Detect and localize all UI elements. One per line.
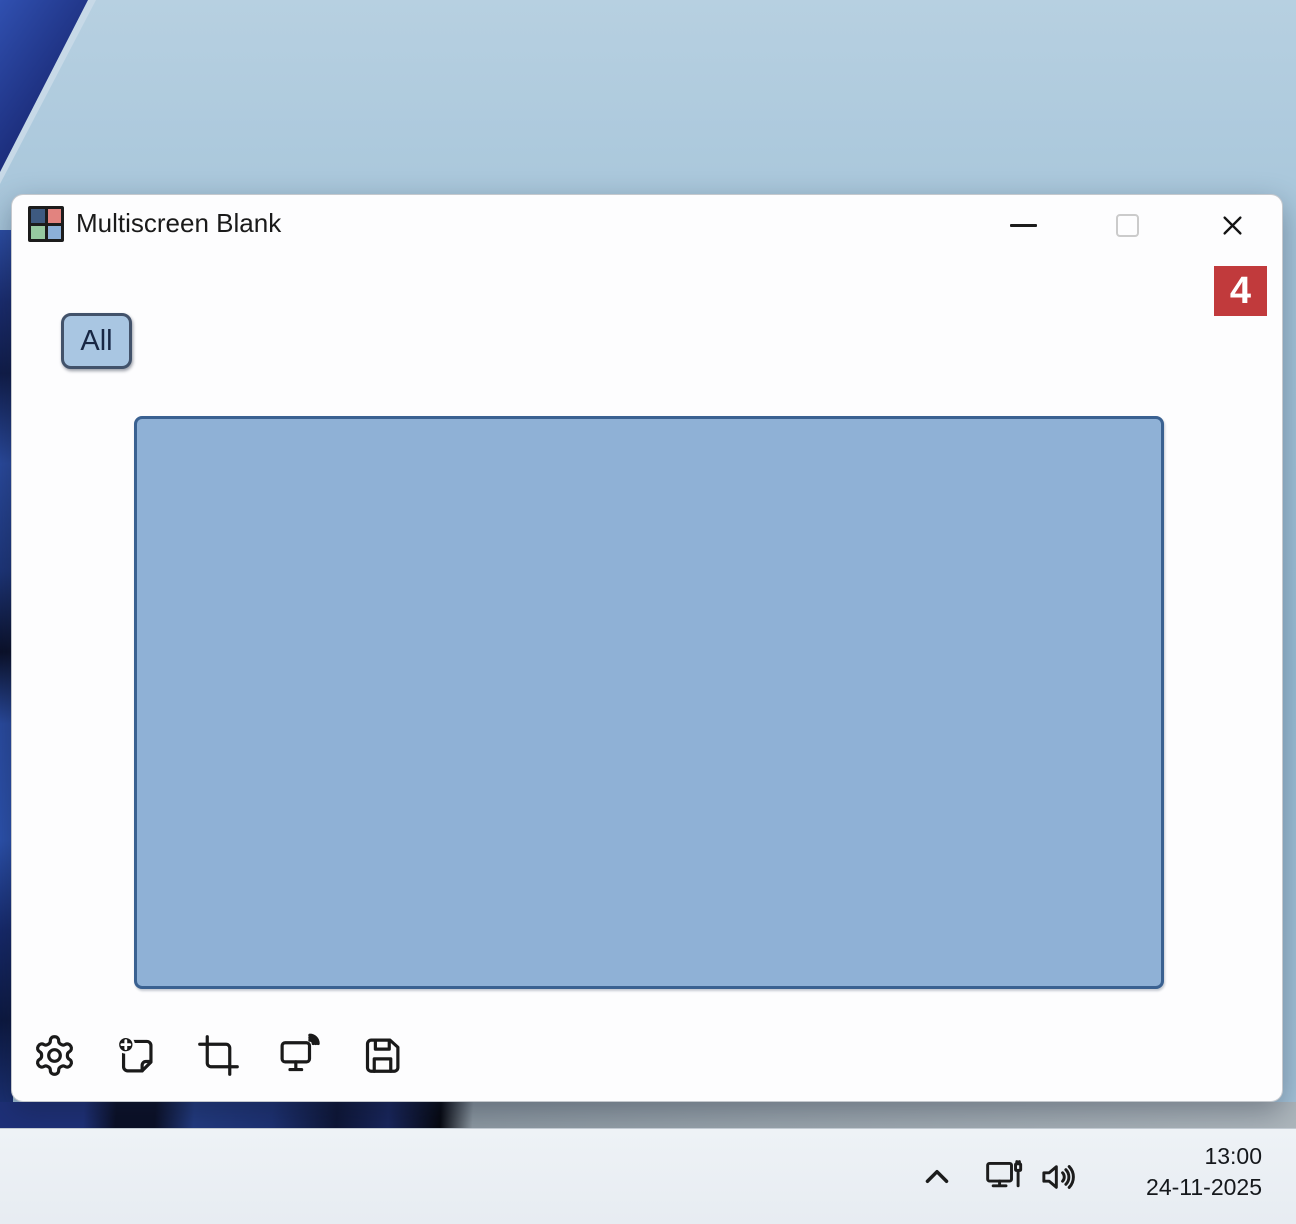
note-add-icon — [116, 1035, 153, 1072]
settings-button[interactable] — [30, 1031, 78, 1079]
taskbar: 13:00 24-11-2025 — [0, 1128, 1296, 1224]
volume-icon — [1042, 1165, 1075, 1189]
monitor-cast-icon — [280, 1033, 320, 1071]
network-icon — [986, 1160, 1023, 1188]
annotation-badge: 4 — [1214, 266, 1267, 316]
gear-icon — [35, 1034, 73, 1076]
maximize-button[interactable] — [1103, 205, 1151, 245]
add-note-button[interactable] — [112, 1031, 160, 1079]
maximize-icon — [1115, 213, 1139, 237]
multiscreen-app-icon — [28, 206, 64, 242]
app-icon-cell-2 — [47, 209, 61, 223]
show-hidden-icons-button[interactable] — [913, 1153, 961, 1201]
chevron-up-icon — [925, 1169, 949, 1183]
toolbar — [30, 1031, 406, 1079]
app-icon-cell-1 — [31, 209, 45, 223]
close-icon — [1222, 215, 1242, 235]
save-icon — [365, 1038, 399, 1073]
wallpaper-ribbon-bottom-band — [0, 1102, 1296, 1129]
multiscreen-blank-window: Multiscreen Blank 4 All — [11, 194, 1283, 1102]
crop-icon — [197, 1034, 239, 1076]
minimize-icon — [1009, 223, 1037, 227]
screen-preview-area — [134, 416, 1164, 989]
window-title: Multiscreen Blank — [76, 208, 282, 238]
app-icon-cell-4 — [47, 225, 61, 239]
save-button[interactable] — [358, 1031, 406, 1079]
app-icon-cell-3 — [31, 225, 45, 239]
all-button[interactable]: All — [61, 313, 132, 369]
crop-button[interactable] — [194, 1031, 242, 1079]
minimize-button[interactable] — [999, 205, 1047, 245]
network-tray-button[interactable] — [982, 1153, 1030, 1201]
clock-time: 13:00 — [1204, 1143, 1262, 1169]
desktop: Multiscreen Blank 4 All 13:00 24-11-2025 — [0, 0, 1296, 1224]
clock-date: 24-11-2025 — [1146, 1174, 1262, 1200]
taskbar-clock[interactable]: 13:00 24-11-2025 — [1146, 1141, 1262, 1203]
close-button[interactable] — [1208, 205, 1256, 245]
volume-tray-button[interactable] — [1036, 1153, 1084, 1201]
cast-screen-button[interactable] — [276, 1031, 324, 1079]
